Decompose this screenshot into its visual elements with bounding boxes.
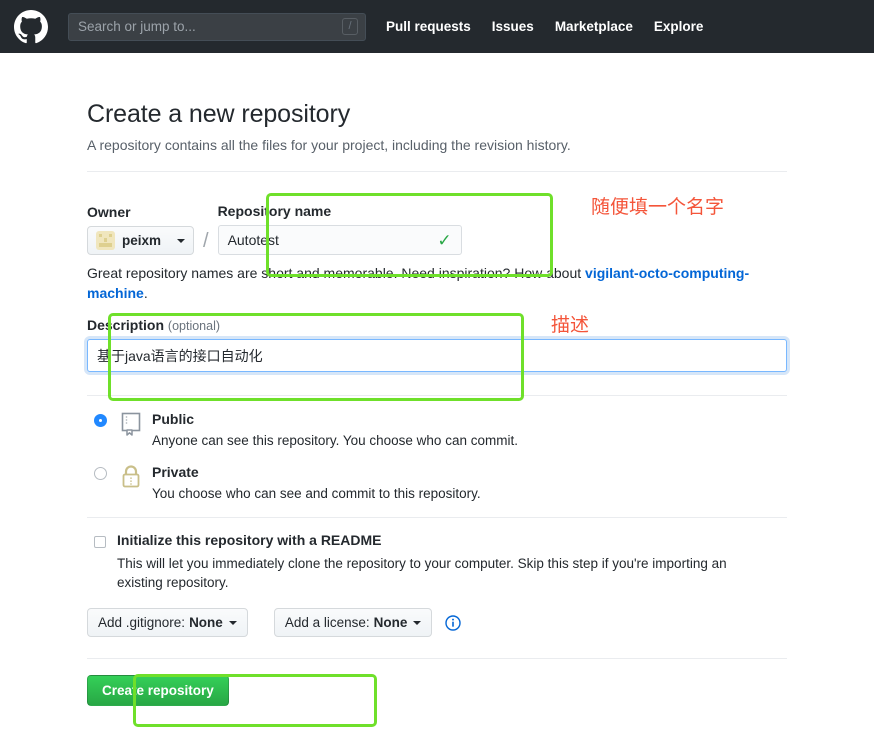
nav-item-explore[interactable]: Explore	[654, 19, 704, 34]
description-label-text: Description	[87, 317, 165, 333]
create-repository-button[interactable]: Create repository	[87, 675, 229, 706]
readme-checkbox[interactable]	[94, 536, 106, 548]
visibility-option-public[interactable]: Public Anyone can see this repository. Y…	[87, 411, 787, 450]
description-input[interactable]: 基于java语言的接口自动化	[87, 339, 787, 372]
check-icon: ✓	[437, 230, 452, 250]
new-repo-form: Create a new repository A repository con…	[87, 53, 787, 706]
search-placeholder: Search or jump to...	[78, 19, 196, 34]
gitignore-value: None	[189, 615, 223, 630]
nav-item-pull-requests[interactable]: Pull requests	[386, 19, 471, 34]
nav-item-issues[interactable]: Issues	[492, 19, 534, 34]
visibility-public-title: Public	[152, 411, 195, 427]
repository-name-hint: Great repository names are short and mem…	[87, 263, 787, 303]
chevron-down-icon	[228, 620, 237, 625]
repository-name-label: Repository name	[217, 203, 332, 219]
page-subtitle: A repository contains all the files for …	[87, 137, 571, 153]
radio-private[interactable]	[94, 467, 107, 480]
description-optional-text: (optional)	[167, 319, 221, 333]
chevron-down-icon	[177, 238, 185, 243]
global-header: Search or jump to... / Pull requests Iss…	[0, 0, 874, 53]
search-input[interactable]: Search or jump to... /	[68, 12, 366, 41]
radio-public[interactable]	[94, 414, 107, 427]
license-select-button[interactable]: Add a license: None	[273, 608, 433, 637]
annotation-text-description: 描述	[551, 314, 590, 336]
readme-text: Initialize this repository with a README…	[117, 532, 772, 592]
description-label: Description (optional)	[87, 317, 787, 333]
page-body: Create a new repository A repository con…	[0, 53, 874, 727]
annotation-text-repository-name: 随便填一个名字	[591, 196, 725, 218]
info-circle-icon[interactable]	[445, 614, 462, 631]
chevron-down-icon	[413, 620, 422, 625]
visibility-public-text: Public Anyone can see this repository. Y…	[152, 411, 787, 450]
lock-icon	[120, 465, 144, 489]
owner-field: Owner peixm	[87, 204, 194, 255]
visibility-private-description: You choose who can see and commit to thi…	[152, 486, 481, 501]
search-shortcut-key: /	[342, 18, 358, 35]
readme-title: Initialize this repository with a README	[117, 532, 382, 548]
description-value: 基于java语言的接口自动化	[97, 347, 263, 364]
repo-book-icon	[120, 412, 144, 436]
visibility-public-description: Anyone can see this repository. You choo…	[152, 433, 518, 448]
owner-select-button[interactable]: peixm	[87, 226, 194, 255]
visibility-options: Public Anyone can see this repository. Y…	[87, 396, 787, 503]
readme-option[interactable]: Initialize this repository with a README…	[87, 518, 787, 592]
gitignore-select-button[interactable]: Add .gitignore: None	[87, 608, 248, 637]
path-separator: /	[203, 230, 209, 252]
repository-name-value: Autotest	[227, 232, 279, 248]
submit-area: Create repository	[87, 659, 787, 706]
visibility-option-private[interactable]: Private You choose who can see and commi…	[87, 464, 787, 503]
primary-nav: Pull requests Issues Marketplace Explore	[386, 19, 724, 34]
owner-value: peixm	[122, 233, 162, 248]
readme-description: This will let you immediately clone the …	[117, 556, 727, 590]
nav-item-marketplace[interactable]: Marketplace	[555, 19, 633, 34]
license-prefix: Add a license:	[284, 615, 370, 630]
owner-label: Owner	[87, 204, 131, 220]
hint-prefix: Great repository names are short and mem…	[87, 265, 586, 281]
license-value: None	[373, 615, 408, 630]
repository-name-field: Repository name Autotest ✓	[217, 203, 462, 255]
visibility-private-text: Private You choose who can see and commi…	[152, 464, 787, 503]
github-mark-icon[interactable]	[14, 9, 48, 44]
description-field: Description (optional) 基于java语言的接口自动化	[87, 303, 787, 372]
visibility-private-title: Private	[152, 464, 199, 480]
repository-name-input[interactable]: Autotest ✓	[217, 225, 462, 255]
template-selectors: Add .gitignore: None Add a license: None	[87, 592, 787, 637]
gitignore-prefix: Add .gitignore:	[98, 615, 186, 630]
hint-suffix: .	[143, 285, 148, 301]
avatar	[96, 231, 115, 250]
page-title: Create a new repository	[87, 100, 351, 128]
